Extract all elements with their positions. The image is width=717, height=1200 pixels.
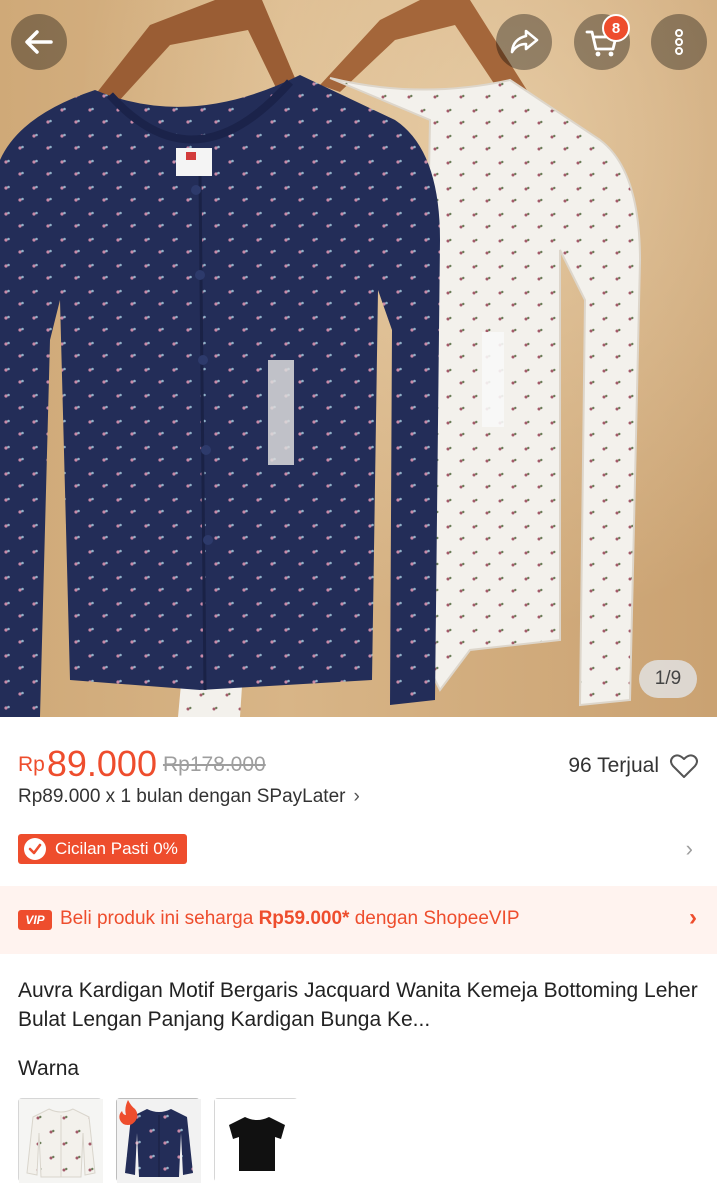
installment-badge: Cicilan Pasti 0%	[18, 834, 187, 864]
product-title: Auvra Kardigan Motif Bergaris Jacquard W…	[18, 979, 698, 1031]
back-button[interactable]	[11, 14, 67, 70]
vip-text-after: dengan ShopeeVIP	[349, 908, 520, 929]
variant-option-black[interactable]	[214, 1098, 299, 1183]
share-button[interactable]	[496, 14, 552, 70]
white-cardigan-thumbnail	[19, 1099, 103, 1183]
fire-icon	[119, 1100, 138, 1125]
heart-icon[interactable]	[669, 752, 699, 780]
vip-text-before: Beli produk ini seharga	[60, 908, 259, 929]
price-currency: Rp	[18, 753, 45, 776]
vip-price: Rp59.000*	[258, 908, 350, 929]
sold-count: 96 Terjual	[568, 754, 659, 777]
image-counter: 1/9	[639, 660, 697, 698]
installment-row[interactable]: Cicilan Pasti 0% ›	[18, 834, 699, 864]
arrow-left-icon	[25, 30, 53, 54]
vip-offer-text: Beli produk ini seharga Rp59.000* dengan…	[60, 908, 520, 930]
cart-count-badge: 8	[602, 14, 630, 42]
spaylater-link[interactable]: Rp89.000 x 1 bulan dengan SPayLater ›	[18, 786, 360, 808]
current-price: 89.000	[46, 743, 157, 784]
chevron-right-icon: ›	[689, 904, 697, 931]
cart-button[interactable]: 8	[574, 14, 630, 70]
variant-option-white[interactable]	[18, 1098, 103, 1183]
product-photo	[0, 0, 642, 717]
variant-options	[18, 1098, 312, 1183]
variant-section-label: Warna	[18, 1057, 80, 1080]
installment-label: Cicilan Pasti 0%	[55, 839, 178, 858]
vip-badge: VIP	[18, 910, 52, 930]
check-circle-icon	[24, 838, 46, 860]
black-tshirt-thumbnail	[215, 1099, 299, 1183]
spaylater-text: Rp89.000 x 1 bulan dengan SPayLater	[18, 786, 346, 807]
shopee-vip-banner[interactable]: VIP Beli produk ini seharga Rp59.000* de…	[0, 886, 717, 954]
chevron-right-icon: ›	[353, 786, 360, 807]
variant-option-navy[interactable]	[116, 1098, 201, 1183]
original-price: Rp178.000	[162, 753, 266, 776]
more-vertical-icon	[675, 29, 683, 55]
chevron-right-icon: ›	[685, 836, 693, 861]
more-options-button[interactable]	[651, 14, 707, 70]
product-image-gallery[interactable]: 8 1/9	[0, 0, 717, 717]
price-row: Rp 89.000 Rp178.000 96 Terjual	[18, 738, 699, 786]
share-icon	[510, 29, 539, 54]
